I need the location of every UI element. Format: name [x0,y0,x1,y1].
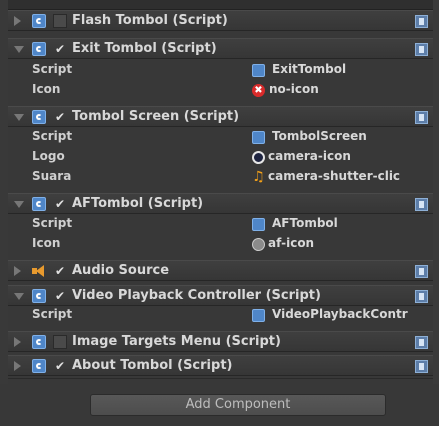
icon-field-value[interactable]: no-icon [269,82,319,96]
field-label: Script [32,307,73,321]
suara-field-value[interactable]: camera-shutter-clic [268,169,400,183]
help-book-icon[interactable] [415,290,428,303]
field-label: Script [32,216,73,230]
field-row-icon: Icon af-icon [8,235,433,254]
enable-checkbox[interactable]: ✔ [53,359,67,373]
field-row-logo: Logo camera-icon [8,148,433,167]
enable-checkbox[interactable]: ✔ [53,110,67,124]
script-field-value[interactable]: ExitTombol [272,62,346,76]
field-row-icon: Icon ✖ no-icon [8,81,433,100]
script-icon [252,64,265,77]
field-label: Logo [32,149,65,163]
script-field-value[interactable]: AFTombol [272,216,338,230]
script-icon [32,359,46,373]
script-icon [32,335,46,349]
field-label: Icon [32,82,61,96]
enable-checkbox[interactable]: ✔ [53,289,67,303]
component-title: About Tombol (Script) [72,358,233,373]
enable-checkbox[interactable] [53,335,67,349]
component-header-tombol-screen[interactable]: ✔ Tombol Screen (Script) [8,106,433,127]
enable-checkbox[interactable]: ✔ [53,197,67,211]
component-header-flash-tombol[interactable]: Flash Tombol (Script) [8,10,433,31]
field-row-script: Script AFTombol [8,215,433,234]
add-component-button[interactable]: Add Component [90,394,386,416]
speaker-icon [32,265,46,277]
icon-field-value[interactable]: af-icon [268,236,314,250]
help-book-icon[interactable] [415,15,428,28]
enable-checkbox[interactable]: ✔ [53,42,67,56]
field-row-script: Script ExitTombol [8,61,433,80]
no-icon: ✖ [252,84,265,97]
field-row-script: Script VideoPlaybackContr [8,306,433,325]
help-book-icon[interactable] [415,43,428,56]
field-label: Script [32,62,73,76]
script-icon [32,42,46,56]
af-icon [252,238,265,251]
field-row-suara: Suara ♫ camera-shutter-clic [8,168,433,187]
script-field-value[interactable]: VideoPlaybackContr [272,307,408,321]
component-title: Video Playback Controller (Script) [72,288,321,303]
help-book-icon[interactable] [415,265,428,278]
foldout-arrow-icon[interactable] [14,293,24,300]
help-book-icon[interactable] [415,198,428,211]
component-title: Tombol Screen (Script) [72,109,240,124]
script-icon [32,14,46,28]
foldout-arrow-icon[interactable] [14,46,24,53]
script-icon [32,197,46,211]
foldout-arrow-icon[interactable] [14,337,21,347]
inspector-panel: Flash Tombol (Script) ✔ Exit Tombol (Scr… [0,0,439,426]
component-title: Audio Source [72,263,170,278]
script-icon [252,131,265,144]
component-title: Image Targets Menu (Script) [72,334,281,349]
foldout-arrow-icon[interactable] [14,361,21,371]
component-header-image-targets-menu[interactable]: Image Targets Menu (Script) [8,331,433,352]
foldout-arrow-icon[interactable] [14,114,24,121]
script-field-value[interactable]: TombolScreen [272,129,367,143]
component-title: Exit Tombol (Script) [72,41,217,56]
field-row-script: Script TombolScreen [8,128,433,147]
component-header-video-playback-controller[interactable]: ✔ Video Playback Controller (Script) [8,285,433,306]
help-book-icon[interactable] [415,336,428,349]
previous-component-edge [8,0,433,10]
help-book-icon[interactable] [415,360,428,373]
component-title: AFTombol (Script) [72,196,204,211]
component-header-aftombol[interactable]: ✔ AFTombol (Script) [8,193,433,214]
audio-clip-icon: ♫ [252,169,265,185]
logo-field-value[interactable]: camera-icon [268,149,351,163]
camera-icon [252,151,265,164]
field-label: Suara [32,169,72,183]
script-icon [252,309,265,322]
script-icon [32,110,46,124]
component-header-about-tombol[interactable]: ✔ About Tombol (Script) [8,355,433,376]
script-icon [252,218,265,231]
component-title: Flash Tombol (Script) [72,13,228,28]
divider [8,378,433,379]
script-icon [32,289,46,303]
field-label: Icon [32,236,61,250]
foldout-arrow-icon[interactable] [14,16,21,26]
right-gutter [433,0,439,384]
left-gutter [0,0,8,384]
field-label: Script [32,129,73,143]
component-header-audio-source[interactable]: ✔ Audio Source [8,260,433,281]
enable-checkbox[interactable]: ✔ [53,264,67,278]
component-header-exit-tombol[interactable]: ✔ Exit Tombol (Script) [8,38,433,59]
enable-checkbox[interactable] [53,14,67,28]
foldout-arrow-icon[interactable] [14,201,24,208]
foldout-arrow-icon[interactable] [14,266,21,276]
help-book-icon[interactable] [415,111,428,124]
